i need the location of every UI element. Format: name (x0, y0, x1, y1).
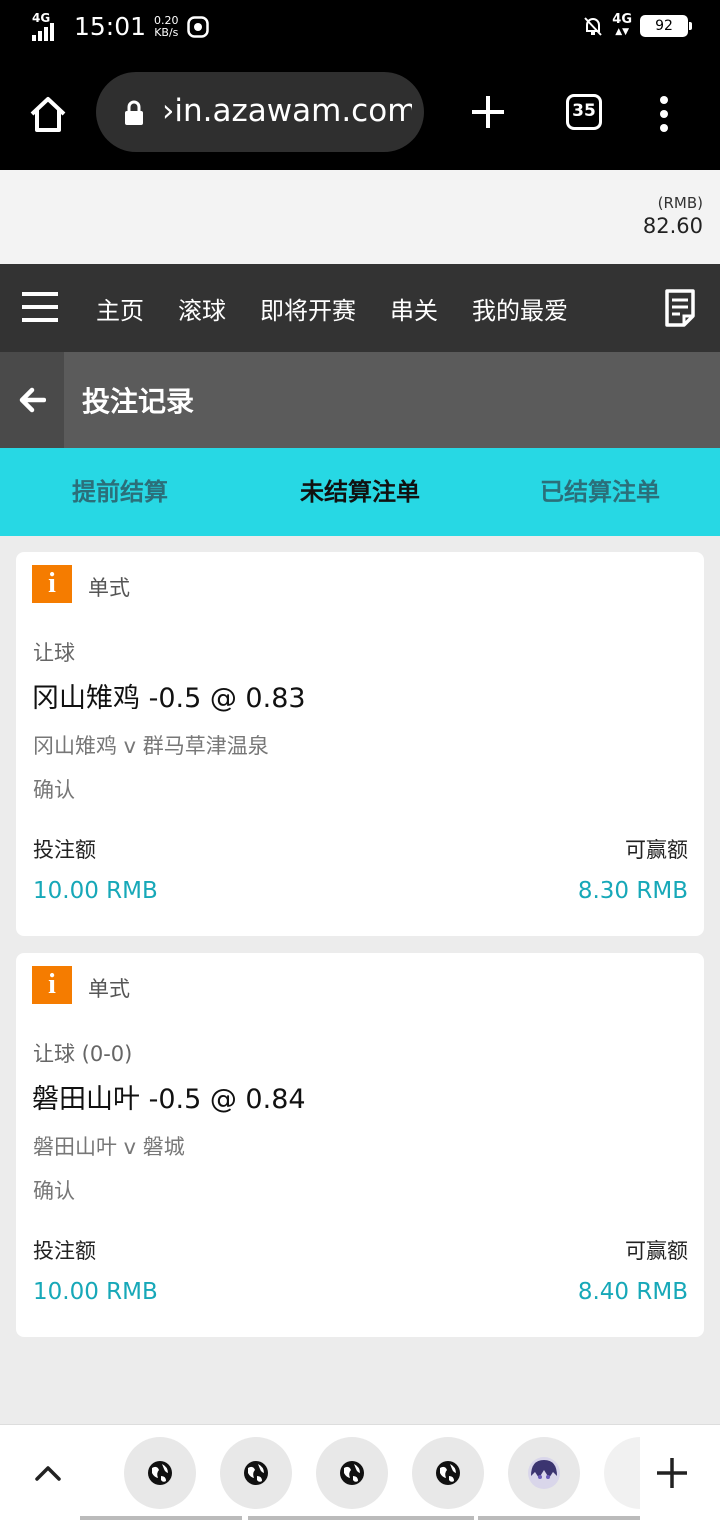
bet-card: i 单式 让球 冈山雉鸡 -0.5 @ 0.83 冈山雉鸡 v 群马草津温泉 确… (16, 552, 704, 936)
tab-cash-out[interactable]: 提前结算 (0, 448, 240, 536)
nav-item-live[interactable]: 滚球 (178, 291, 226, 326)
stake-label: 投注额 (33, 1239, 96, 1263)
mobile-data-icon: 4G ▲▼ (612, 12, 632, 37)
battery-icon: 92 (640, 15, 692, 37)
browser-toolbar: ›in.azawam.com 35 (0, 58, 720, 170)
strip-divider (80, 1516, 242, 1520)
bet-tabs: 提前结算 未结算注单 已结算注单 (0, 448, 720, 536)
avatar-icon (528, 1457, 560, 1489)
bet-type: 单式 (88, 977, 130, 1001)
globe-icon (148, 1461, 172, 1485)
add-tab-icon[interactable] (654, 1455, 690, 1491)
globe-icon (340, 1461, 364, 1485)
bet-market: 让球 (33, 641, 75, 665)
address-bar[interactable]: ›in.azawam.com (96, 72, 424, 152)
balance-amount: 82.60 (642, 214, 703, 238)
page-header: 投注记录 (0, 352, 720, 448)
balance-currency: (RMB) (657, 194, 703, 212)
bet-card: i 单式 让球 (0-0) 磐田山叶 -0.5 @ 0.84 磐田山叶 v 磐城… (16, 953, 704, 1337)
bet-selection: 冈山雉鸡 -0.5 @ 0.83 (32, 683, 306, 714)
bet-market: 让球 (0-0) (33, 1042, 133, 1066)
globe-icon (244, 1461, 268, 1485)
stake-amount: 10.00 RMB (33, 1279, 158, 1305)
bet-match: 磐田山叶 v 磐城 (33, 1135, 185, 1159)
back-button[interactable] (0, 352, 64, 448)
url-text: ›in.azawam.com (162, 93, 412, 129)
signal-icon: 4G (32, 11, 66, 41)
open-tab-thumbnail[interactable] (316, 1437, 388, 1509)
page-title: 投注记录 (82, 385, 195, 418)
battery-level: 92 (655, 18, 673, 34)
globe-icon (436, 1461, 460, 1485)
open-tab-thumbnail-partial[interactable] (604, 1437, 640, 1509)
new-tab-icon[interactable] (468, 92, 508, 132)
lock-icon (125, 100, 143, 125)
status-bar: 4G 15:01 0.20 KB/s 4G ▲▼ 92 (0, 0, 720, 58)
bet-selection: 磐田山叶 -0.5 @ 0.84 (32, 1084, 306, 1115)
bet-status: 确认 (33, 778, 75, 802)
bet-match: 冈山雉鸡 v 群马草津温泉 (33, 734, 269, 758)
open-tab-thumbnail[interactable] (220, 1437, 292, 1509)
main-nav: 主页 滚球 即将开赛 串关 我的最爱 (0, 264, 720, 352)
info-icon[interactable]: i (32, 565, 72, 603)
chevron-up-icon[interactable] (30, 1455, 66, 1491)
potential-win-amount: 8.40 RMB (577, 1279, 688, 1305)
network-speed: 0.20 KB/s (154, 13, 179, 39)
mute-bell-icon (584, 17, 603, 36)
nav-item-favorites[interactable]: 我的最爱 (472, 291, 568, 326)
nav-item-upcoming[interactable]: 即将开赛 (260, 291, 356, 326)
back-arrow-icon (19, 387, 46, 413)
open-tab-thumbnail[interactable] (508, 1437, 580, 1509)
bet-status: 确认 (33, 1179, 75, 1203)
tab-switcher-button[interactable]: 35 (566, 94, 602, 130)
open-tab-thumbnail[interactable] (412, 1437, 484, 1509)
bet-type: 单式 (88, 576, 130, 600)
clock: 15:01 (74, 12, 147, 41)
hamburger-menu-icon[interactable] (22, 290, 58, 324)
nav-item-home[interactable]: 主页 (96, 291, 144, 326)
tab-settled[interactable]: 已结算注单 (480, 448, 720, 536)
balance-panel: (RMB) 82.60 (0, 170, 720, 264)
home-icon[interactable] (26, 92, 70, 136)
app-notification-icon (186, 15, 209, 38)
tab-unsettled[interactable]: 未结算注单 (240, 448, 480, 536)
info-icon[interactable]: i (32, 966, 72, 1004)
stake-label: 投注额 (33, 838, 96, 862)
stake-amount: 10.00 RMB (33, 878, 158, 904)
tab-strip (0, 1424, 720, 1520)
strip-divider (248, 1516, 474, 1520)
potential-win-label: 可赢额 (625, 1239, 688, 1263)
strip-divider (478, 1516, 640, 1520)
bet-slip-icon[interactable] (662, 288, 698, 328)
open-tab-thumbnail[interactable] (124, 1437, 196, 1509)
potential-win-amount: 8.30 RMB (577, 878, 688, 904)
nav-item-parlay[interactable]: 串关 (390, 291, 438, 326)
more-menu-icon[interactable] (656, 94, 672, 134)
potential-win-label: 可赢额 (625, 838, 688, 862)
